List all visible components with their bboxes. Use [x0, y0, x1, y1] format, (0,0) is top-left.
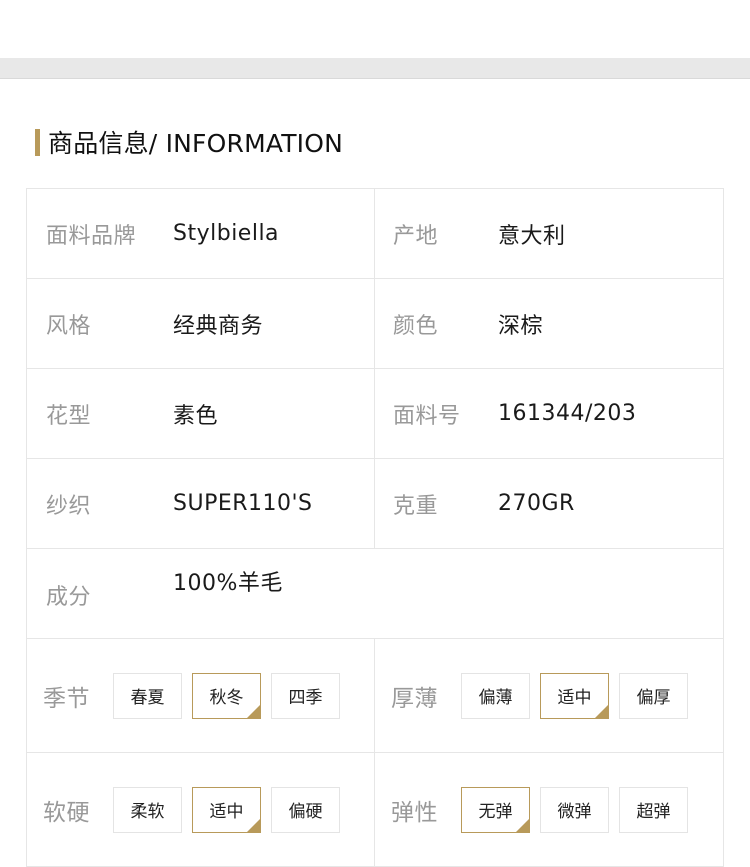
- divider-line: [0, 78, 750, 79]
- option-row: 软硬 柔软 适中 偏硬 弹性 无弹 微弹 超弹: [26, 752, 724, 867]
- elasticity-label: 弹性: [391, 799, 438, 826]
- info-value: Stylbiella: [173, 221, 280, 246]
- elasticity-options: 无弹 微弹 超弹: [461, 786, 688, 833]
- info-label: 风格: [46, 313, 92, 339]
- info-label: 面料号: [393, 403, 461, 429]
- info-row: 面料品牌 Stylbiella 产地 意大利: [26, 188, 724, 279]
- info-label: 纱织: [46, 493, 92, 519]
- info-row: 风格 经典商务 颜色 深棕: [26, 278, 724, 369]
- info-value: 素色: [173, 403, 219, 429]
- elasticity-option-slight[interactable]: 微弹: [540, 786, 609, 833]
- thickness-option-thin[interactable]: 偏薄: [461, 672, 530, 719]
- elasticity-option-none[interactable]: 无弹: [461, 786, 530, 833]
- option-row: 季节 春夏 秋冬 四季 厚薄 偏薄 适中 偏厚: [26, 638, 724, 753]
- info-label: 花型: [46, 403, 92, 429]
- info-label: 产地: [393, 223, 439, 249]
- softness-option-soft[interactable]: 柔软: [113, 786, 182, 833]
- info-label: 颜色: [393, 313, 439, 339]
- season-option-autumn-winter[interactable]: 秋冬: [192, 672, 261, 719]
- info-row: 纱织 SUPER110'S 克重 270GR: [26, 458, 724, 549]
- thickness-option-medium[interactable]: 适中: [540, 672, 609, 719]
- info-label: 克重: [393, 493, 439, 519]
- info-value: 经典商务: [173, 313, 264, 339]
- elasticity-option-high[interactable]: 超弹: [619, 786, 688, 833]
- softness-option-hard[interactable]: 偏硬: [271, 786, 340, 833]
- info-value: SUPER110'S: [173, 491, 313, 516]
- info-value: 161344/203: [498, 401, 637, 426]
- info-value: 深棕: [498, 313, 544, 339]
- section-divider: [0, 58, 750, 78]
- section-title: 商品信息/ INFORMATION: [35, 128, 343, 158]
- info-label: 面料品牌: [46, 223, 137, 249]
- season-label: 季节: [43, 685, 90, 712]
- softness-label: 软硬: [43, 799, 90, 826]
- info-value: 意大利: [498, 223, 566, 249]
- title-accent-bar: [35, 128, 40, 156]
- season-option-spring-summer[interactable]: 春夏: [113, 672, 182, 719]
- thickness-options: 偏薄 适中 偏厚: [461, 672, 688, 719]
- product-info-table: 面料品牌 Stylbiella 产地 意大利 风格 经典商务 颜色 深棕 花型 …: [26, 188, 724, 867]
- section-title-text: 商品信息/ INFORMATION: [48, 129, 344, 158]
- softness-option-medium[interactable]: 适中: [192, 786, 261, 833]
- season-option-all-season[interactable]: 四季: [271, 672, 340, 719]
- composition-label: 成分: [46, 585, 92, 610]
- thickness-label: 厚薄: [391, 685, 438, 712]
- top-area: [0, 0, 750, 58]
- composition-row: 成分 100%羊毛: [26, 548, 724, 639]
- softness-options: 柔软 适中 偏硬: [113, 786, 340, 833]
- info-value: 270GR: [498, 491, 575, 516]
- composition-value: 100%羊毛: [173, 571, 283, 596]
- info-row: 花型 素色 面料号 161344/203: [26, 368, 724, 459]
- season-options: 春夏 秋冬 四季: [113, 672, 340, 719]
- thickness-option-thick[interactable]: 偏厚: [619, 672, 688, 719]
